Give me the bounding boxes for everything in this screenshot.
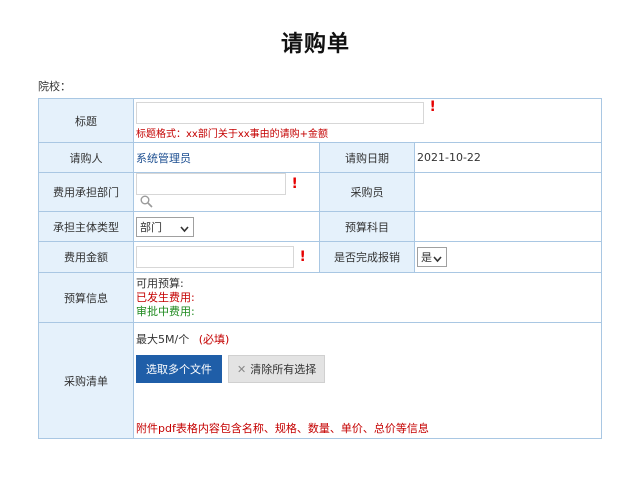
- budget-info-label: 预算信息: [38, 272, 134, 323]
- request-date-label: 请购日期: [319, 142, 415, 173]
- in-approval-cost: 审批中费用:: [136, 304, 195, 318]
- bearer-type-selected: 部门: [140, 220, 162, 234]
- subject-input[interactable]: [136, 102, 424, 124]
- file-size-limit: 最大5M/个: [136, 333, 190, 346]
- school-label: 院校：: [38, 80, 71, 93]
- amount-label: 费用金额: [38, 241, 134, 273]
- requester-label: 请购人: [38, 142, 134, 173]
- available-budget: 可用预算:: [136, 276, 184, 290]
- request-date-value: 2021-10-22: [417, 151, 481, 164]
- reimbursed-label: 是否完成报销: [319, 241, 415, 273]
- purchaser-label: 采购员: [319, 172, 415, 212]
- incurred-cost: 已发生费用:: [136, 290, 195, 304]
- subject-required-mark: !: [429, 99, 436, 115]
- close-icon: ✕: [237, 363, 247, 376]
- select-files-button[interactable]: 选取多个文件: [136, 355, 222, 383]
- bearer-type-select[interactable]: 部门: [136, 216, 194, 237]
- page-title: 请购单: [280, 32, 350, 57]
- clear-selection-button[interactable]: ✕ 清除所有选择: [228, 355, 326, 383]
- cost-department-label: 费用承担部门: [38, 172, 134, 212]
- purchase-list-label: 采购清单: [38, 322, 134, 439]
- search-icon[interactable]: [140, 195, 153, 211]
- requester-value: 系统管理员: [136, 151, 191, 165]
- attachment-note: 附件pdf表格内容包含名称、规格、数量、单价、总价等信息: [136, 422, 429, 435]
- chevron-down-icon: [180, 223, 189, 236]
- reimbursed-selected: 是: [421, 251, 432, 264]
- cost-department-input[interactable]: [136, 173, 286, 195]
- required-note: (必填): [198, 333, 230, 346]
- cost-department-required-mark: !: [291, 176, 298, 192]
- budget-subject-label: 预算科目: [319, 211, 415, 242]
- amount-input[interactable]: [136, 246, 294, 268]
- subject-label: 标题: [38, 98, 134, 143]
- bearer-type-label: 承担主体类型: [38, 211, 134, 242]
- chevron-down-icon: [433, 253, 442, 266]
- amount-required-mark: !: [299, 249, 306, 265]
- subject-format-hint: 标题格式：xx部门关于xx事由的请购+金额: [136, 129, 329, 140]
- clear-selection-label: 清除所有选择: [250, 363, 317, 376]
- reimbursed-select[interactable]: 是: [417, 247, 447, 267]
- purchase-request-form: 标题 ! 标题格式：xx部门关于xx事由的请购+金额 请购人 系统管理员 请购日…: [38, 98, 603, 439]
